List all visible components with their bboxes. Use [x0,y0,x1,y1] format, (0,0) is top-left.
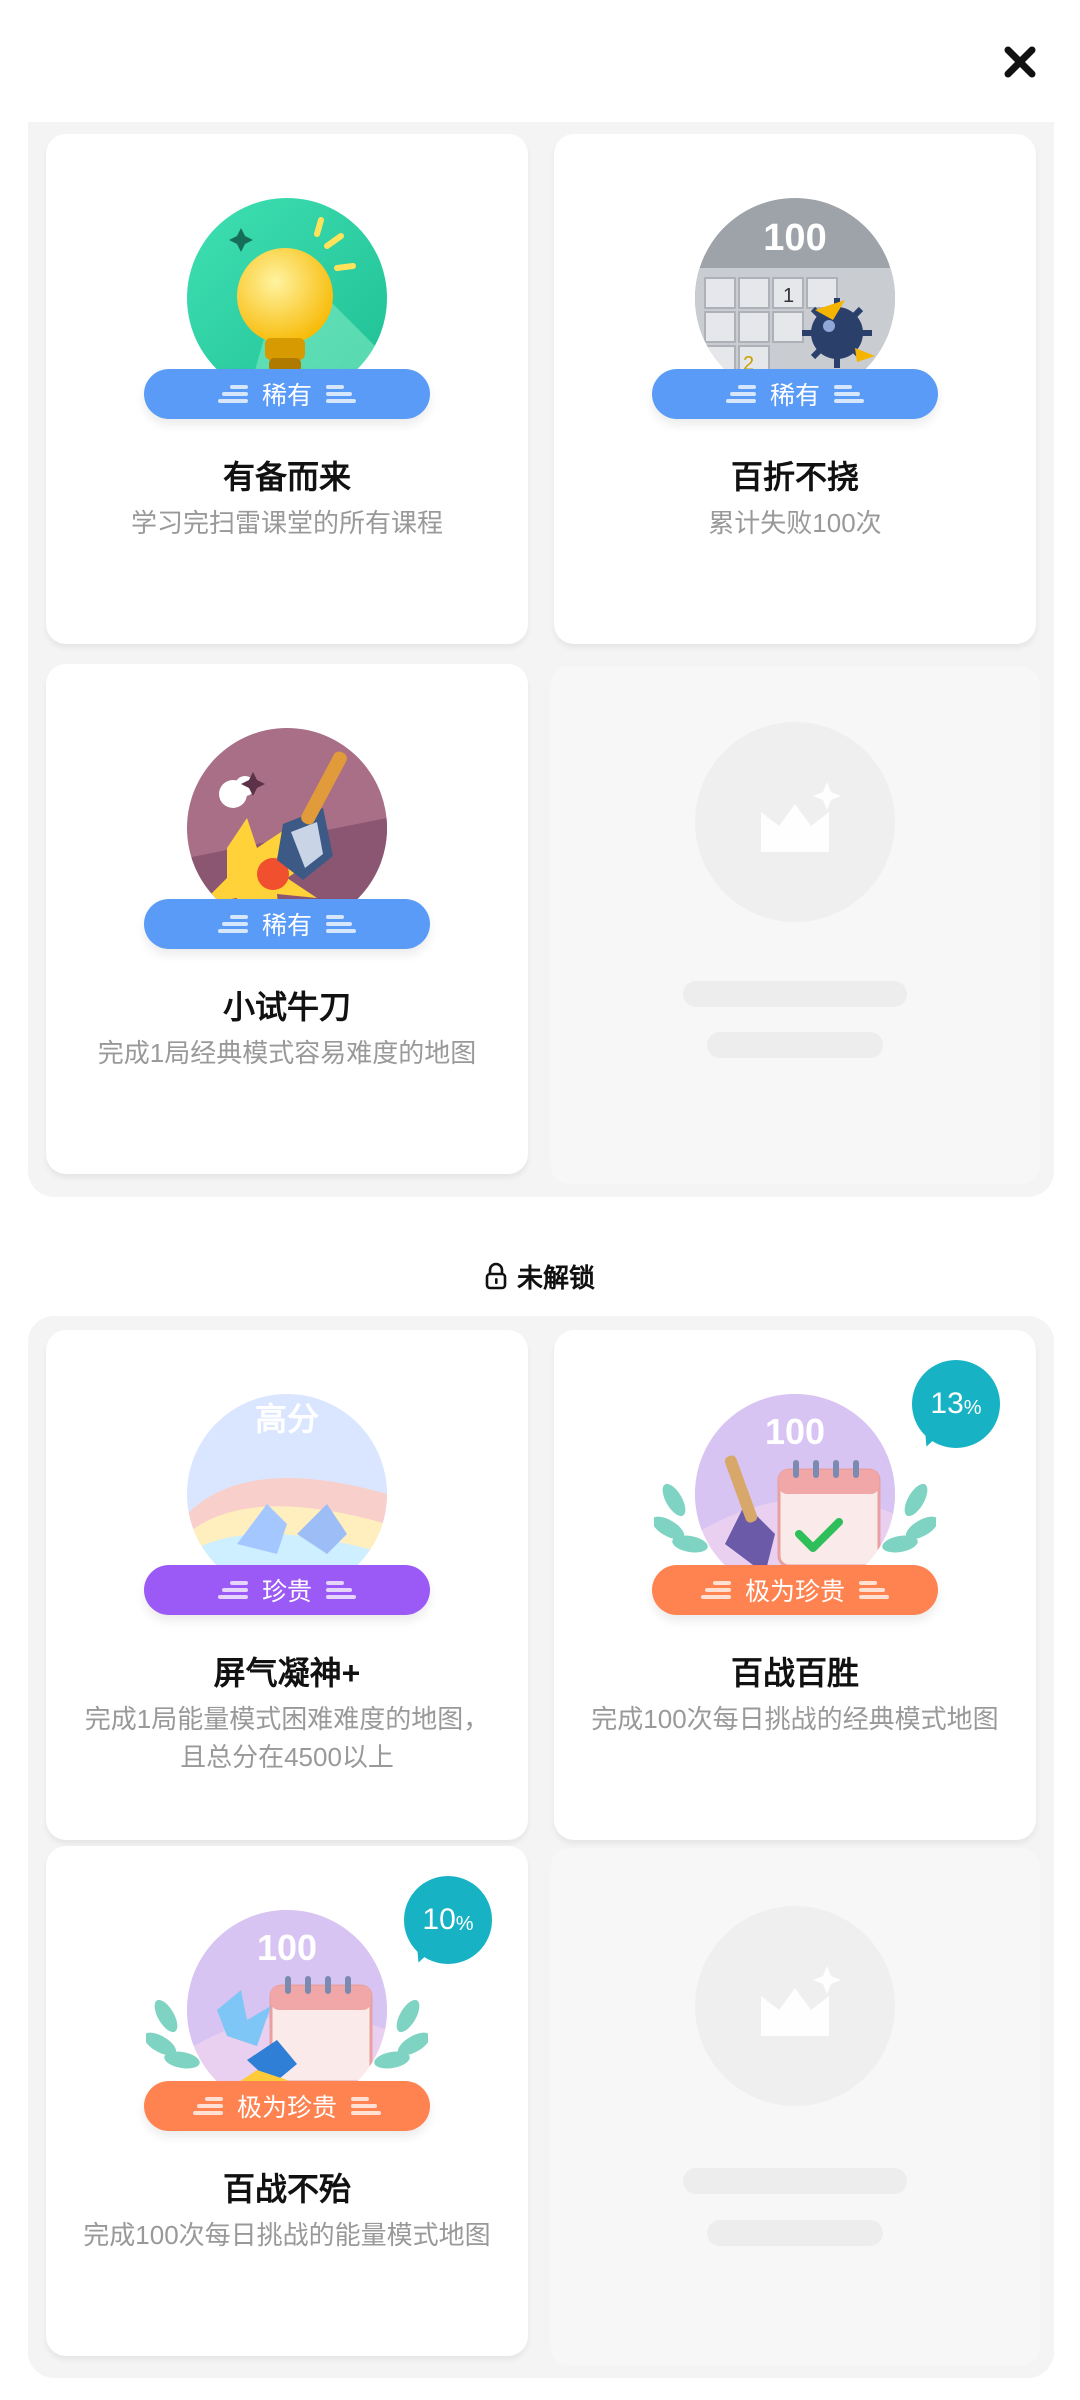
achievement-card[interactable]: 稀有 小试牛刀 完成1局经典模式容易难度的地图 [46,664,528,1174]
mine-grid-badge-art: 1 2 100 [695,198,895,398]
progress-number: 13 [930,1387,964,1420]
close-button[interactable] [998,40,1042,84]
achievement-description: 完成100次每日挑战的能量模式地图 [83,2220,491,2250]
lightbulb-badge-art [187,198,387,398]
rarity-deco-left [192,2093,223,2119]
progress-percent-badge: 10% [404,1876,492,1964]
achievement-title: 屏气凝神+ [213,1655,361,1691]
achievement-description: 学习完扫雷课堂的所有课程 [130,508,443,538]
achievement-title: 有备而来 [222,459,351,495]
progress-unit: % [963,1396,982,1419]
section-label-text: 未解锁 [516,1262,595,1293]
empty-achievement-slot [550,666,1040,1184]
rarity-deco-left [725,381,756,407]
rarity-badge: 珍贵 [144,1565,430,1615]
placeholder-title-bar [683,2168,907,2194]
rarity-deco-right [351,2093,381,2119]
achievement-card[interactable]: 100 10% 极为珍贵 百战不殆 完成100次每日挑战的能量模式地图 [46,1846,528,2356]
achievement-card[interactable]: 高分 珍贵 屏气凝神+ 完成1局能量模式困难难度的地图，且总分在4500以上 [46,1330,528,1840]
achievement-title: 百战百胜 [730,1655,859,1691]
rarity-deco-right [859,1577,889,1603]
rarity-deco-right [326,381,356,407]
achievement-description: 完成100次每日挑战的经典模式地图 [591,1704,999,1734]
art-text: 高分 [255,1400,319,1438]
rarity-label: 极为珍贵 [236,2094,337,2122]
progress-number: 10 [422,1903,456,1936]
locked-achievements-panel: 高分 珍贵 屏气凝神+ 完成1局能量模式困难难度的地图，且总分在4500以上 1… [28,1316,1054,2378]
crown-icon [761,1966,841,2036]
achievement-description: 累计失败100次 [708,508,882,538]
achievement-description: 完成1局能量模式困难难度的地图，且总分在4500以上 [84,1704,490,1772]
art-text: 100 [765,1411,825,1452]
locked-section-header: 未解锁 [0,1256,1080,1296]
achievement-card[interactable]: 100 13% 极为珍贵 百战百胜 完成100次每日挑战的经典模式地图 [554,1330,1036,1840]
empty-achievement-slot [550,1848,1040,2366]
achievement-title: 百战不殆 [222,2171,351,2207]
unlocked-achievements-panel: 稀有 有备而来 学习完扫雷课堂的所有课程 1 2 100 稀有 百折不挠 累计失… [28,122,1054,1197]
shovel-badge-art [187,728,387,928]
rarity-badge: 极为珍贵 [144,2081,430,2131]
art-text: 100 [257,1927,317,1968]
high-score-badge-art: 高分 [187,1394,387,1594]
progress-percent-badge: 13% [912,1360,1000,1448]
svg-text:1: 1 [783,285,794,307]
energy-calendar-badge-art: 100 [187,1910,387,2110]
rarity-deco-left [700,1577,731,1603]
rarity-deco-right [326,1577,356,1603]
art-number: 100 [763,217,826,259]
placeholder-desc-bar [707,2220,883,2246]
achievement-title: 百折不挠 [730,459,859,495]
rarity-deco-left [217,381,248,407]
placeholder-desc-bar [707,1032,883,1058]
rarity-label: 稀有 [261,912,312,940]
rarity-deco-right [326,911,356,937]
progress-unit: % [455,1912,474,1935]
rarity-label: 珍贵 [261,1578,312,1606]
rarity-label: 稀有 [261,382,312,410]
rarity-badge: 极为珍贵 [652,1565,938,1615]
calendar-badge-art: 100 [695,1394,895,1594]
crown-icon [761,782,841,852]
rarity-label: 极为珍贵 [744,1578,845,1606]
achievement-card[interactable]: 稀有 有备而来 学习完扫雷课堂的所有课程 [46,134,528,644]
placeholder-title-bar [683,981,907,1007]
achievement-title: 小试牛刀 [222,989,351,1025]
rarity-deco-right [834,381,864,407]
rarity-deco-left [217,911,248,937]
rarity-deco-left [217,1577,248,1603]
achievement-card[interactable]: 1 2 100 稀有 百折不挠 累计失败100次 [554,134,1036,644]
lock-icon [485,1262,507,1290]
rarity-badge: 稀有 [144,369,430,419]
achievement-description: 完成1局经典模式容易难度的地图 [97,1038,477,1068]
close-icon [1004,46,1036,78]
placeholder-badge [695,722,895,922]
rarity-label: 稀有 [769,382,820,410]
placeholder-badge [695,1906,895,2106]
rarity-badge: 稀有 [652,369,938,419]
rarity-badge: 稀有 [144,899,430,949]
